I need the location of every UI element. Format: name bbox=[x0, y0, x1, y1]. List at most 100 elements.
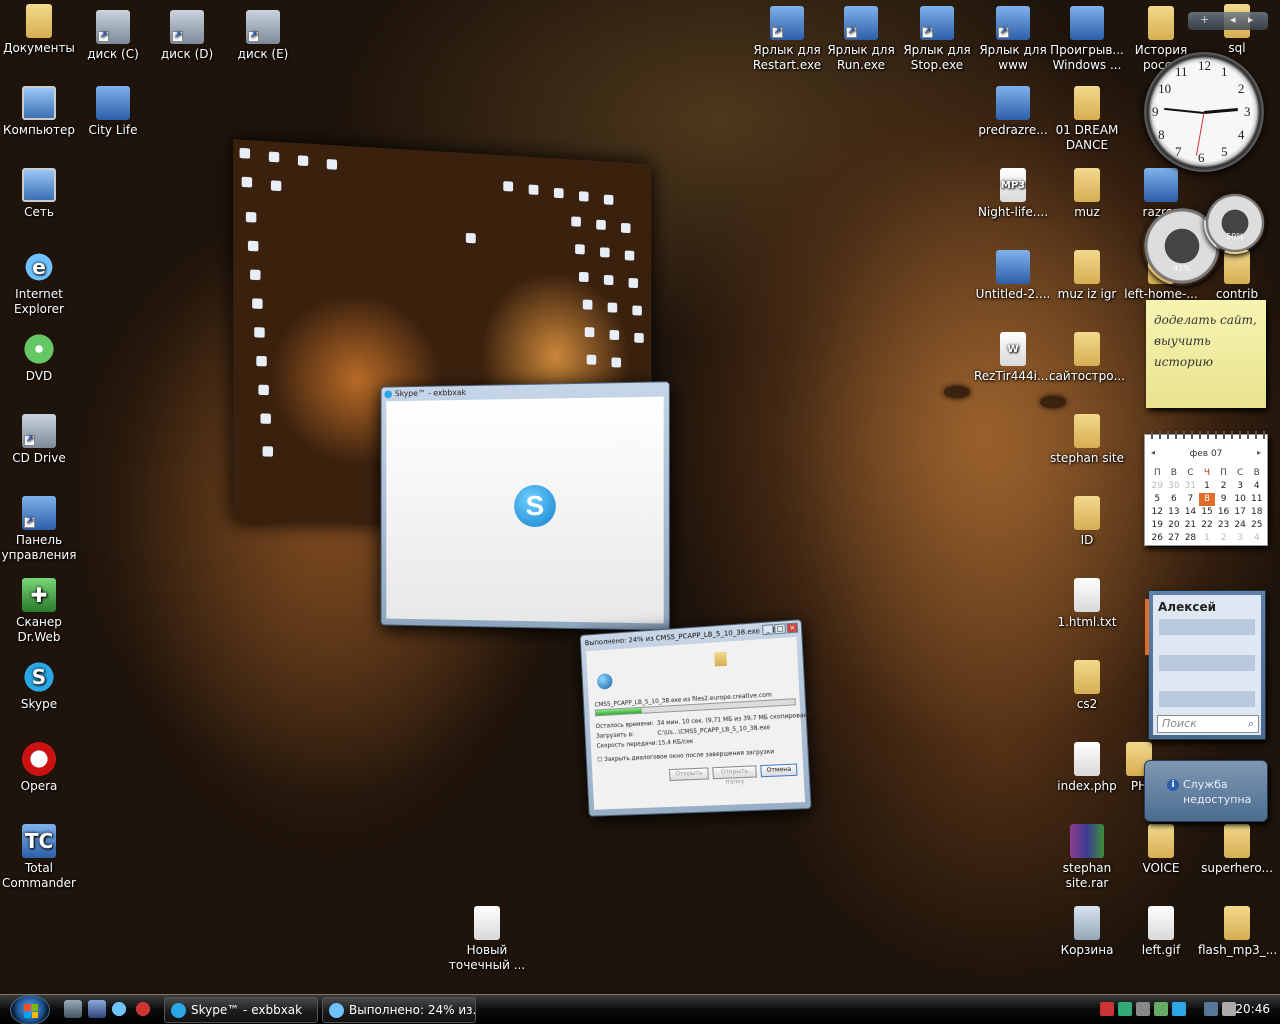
contact-name[interactable]: Алексей bbox=[1158, 600, 1216, 614]
maximize-button[interactable]: □ bbox=[774, 623, 786, 634]
calendar-day[interactable]: 20 bbox=[1166, 519, 1183, 532]
notes-gadget[interactable]: доделать сайт, выучить историю bbox=[1146, 300, 1266, 408]
desktop-icon[interactable]: 1.html.txt bbox=[1048, 578, 1126, 630]
desktop-icon[interactable]: Сеть bbox=[0, 168, 78, 220]
desktop-icon[interactable]: superhero... bbox=[1198, 824, 1276, 876]
desktop-icon[interactable]: ↗ CD Drive bbox=[0, 414, 78, 466]
desktop-icon[interactable]: predrazre... bbox=[974, 86, 1052, 138]
calendar-day[interactable]: 24 bbox=[1232, 519, 1249, 532]
taskbar-clock[interactable]: 20:46 bbox=[1235, 1002, 1270, 1016]
calendar-day[interactable]: 3 bbox=[1232, 532, 1249, 545]
skype-window[interactable]: Skype™ - exbbxak S bbox=[381, 381, 670, 631]
minimize-button[interactable]: _ bbox=[762, 624, 774, 635]
desktop-icon[interactable]: Opera bbox=[0, 742, 78, 794]
calendar-next-icon[interactable]: ▸ bbox=[1257, 448, 1261, 457]
tray-skype-icon[interactable] bbox=[1172, 1002, 1186, 1016]
calendar-day[interactable]: 19 bbox=[1149, 519, 1166, 532]
calendar-day[interactable]: 4 bbox=[1248, 532, 1265, 545]
switch-windows-icon[interactable] bbox=[88, 1000, 106, 1018]
calendar-day[interactable]: 15 bbox=[1199, 506, 1216, 519]
calendar-day[interactable]: 13 bbox=[1166, 506, 1183, 519]
calendar-day[interactable]: 29 bbox=[1149, 480, 1166, 493]
desktop-icon[interactable]: Новый точечный ... bbox=[448, 906, 526, 973]
calendar-day[interactable]: 12 bbox=[1149, 506, 1166, 519]
calendar-day[interactable]: 30 bbox=[1166, 480, 1183, 493]
desktop-icon[interactable]: 01 DREAM DANCE bbox=[1048, 86, 1126, 153]
desktop-icon[interactable]: Проигрыв... Windows ... bbox=[1048, 6, 1126, 73]
desktop-icon[interactable]: stephan site.rar bbox=[1048, 824, 1126, 891]
cancel-button[interactable]: Отмена bbox=[760, 764, 797, 778]
calendar-day[interactable]: 25 bbox=[1248, 519, 1265, 532]
desktop-icon[interactable]: Документы bbox=[0, 4, 78, 56]
desktop-icon[interactable]: ↗ Ярлык для www bbox=[974, 6, 1052, 73]
tray-drweb-icon[interactable] bbox=[1154, 1002, 1168, 1016]
desktop-icon[interactable]: ID bbox=[1048, 496, 1126, 548]
desktop-icon[interactable]: ↗ диск (E) bbox=[224, 10, 302, 62]
desktop-icon[interactable]: Компьютер bbox=[0, 86, 78, 138]
desktop-icon[interactable]: Untitled-2.... bbox=[974, 250, 1052, 302]
desktop-icon[interactable]: ↗ Панель управления bbox=[0, 496, 78, 563]
calendar-day[interactable]: 22 bbox=[1199, 519, 1216, 532]
calendar-day[interactable]: 26 bbox=[1149, 532, 1166, 545]
tray-antivirus-icon[interactable] bbox=[1100, 1002, 1114, 1016]
next-icon[interactable]: ▸ bbox=[1248, 13, 1254, 26]
desktop-icon[interactable]: cs2 bbox=[1048, 660, 1126, 712]
desktop-icon[interactable]: Корзина bbox=[1048, 906, 1126, 958]
calendar-day[interactable]: 27 bbox=[1166, 532, 1183, 545]
desktop-icon[interactable]: muz bbox=[1048, 168, 1126, 220]
calendar-day[interactable]: 14 bbox=[1182, 506, 1199, 519]
desktop-icon[interactable]: flash_mp3_... bbox=[1198, 906, 1276, 958]
calendar-day[interactable]: 23 bbox=[1215, 519, 1232, 532]
desktop-icon[interactable]: ↗ Ярлык для Restart.exe bbox=[748, 6, 826, 73]
calendar-day[interactable]: 4 bbox=[1248, 480, 1265, 493]
taskbar-download-button[interactable]: Выполнено: 24% из... bbox=[322, 997, 476, 1023]
calendar-day[interactable]: 28 bbox=[1182, 532, 1199, 545]
desktop-icon[interactable]: ↗ диск (C) bbox=[74, 10, 152, 62]
desktop-icon[interactable]: ↗ Ярлык для Stop.exe bbox=[898, 6, 976, 73]
desktop-icon[interactable]: ↗ диск (D) bbox=[148, 10, 226, 62]
close-button[interactable]: × bbox=[786, 622, 798, 633]
calendar-day[interactable]: 1 bbox=[1199, 480, 1216, 493]
calendar-day[interactable]: 3 bbox=[1232, 480, 1249, 493]
weather-gadget[interactable]: i Служба недоступна bbox=[1144, 760, 1268, 822]
memory-meter-gadget[interactable]: 59% bbox=[1204, 192, 1266, 254]
calendar-day[interactable]: 5 bbox=[1149, 493, 1166, 506]
calendar-day[interactable]: 7 bbox=[1182, 493, 1199, 506]
desktop-icon[interactable]: ↗ Ярлык для Run.exe bbox=[822, 6, 900, 73]
tray-display-icon[interactable] bbox=[1204, 1002, 1218, 1016]
desktop-icon[interactable]: MP3 Night-life.... bbox=[974, 168, 1052, 220]
open-folder-button[interactable]: Открыть папку bbox=[712, 765, 757, 779]
contacts-gadget[interactable]: Алексей Поиск ⌕ bbox=[1148, 590, 1266, 740]
tray-speaker-icon[interactable] bbox=[1222, 1002, 1236, 1016]
calendar-day[interactable]: 21 bbox=[1182, 519, 1199, 532]
calendar-day[interactable]: 16 bbox=[1215, 506, 1232, 519]
tray-network-icon[interactable] bbox=[1118, 1002, 1132, 1016]
calendar-day[interactable]: 2 bbox=[1215, 480, 1232, 493]
clock-gadget[interactable]: 12 1 2 3 4 5 6 7 8 9 10 11 bbox=[1144, 52, 1264, 172]
desktop-icon[interactable]: City Life bbox=[74, 86, 152, 138]
desktop-icon[interactable]: left.gif bbox=[1122, 906, 1200, 958]
opera-quicklaunch-icon[interactable] bbox=[134, 1000, 152, 1018]
calendar-day[interactable]: 2 bbox=[1215, 532, 1232, 545]
calendar-day[interactable]: 11 bbox=[1248, 493, 1265, 506]
calendar-gadget[interactable]: ◂ фев 07 ▸ П В С Ч П С В 29 30 31 1 2 3 4 5 6 7 8 9 10 11 12 1… bbox=[1144, 434, 1268, 546]
internet-explorer-quicklaunch-icon[interactable] bbox=[110, 1000, 128, 1018]
desktop-icon[interactable]: сайтостро... bbox=[1048, 332, 1126, 384]
calendar-day[interactable]: 17 bbox=[1232, 506, 1249, 519]
search-icon[interactable]: ⌕ bbox=[1248, 717, 1254, 731]
desktop-icon[interactable]: TC Total Commander bbox=[0, 824, 78, 891]
tray-volume-icon[interactable] bbox=[1136, 1002, 1150, 1016]
contacts-search-input[interactable]: Поиск ⌕ bbox=[1157, 715, 1259, 733]
desktop-icon[interactable]: S Skype bbox=[0, 660, 78, 712]
desktop-icon[interactable]: ✚ Сканер Dr.Web bbox=[0, 578, 78, 645]
desktop-icon[interactable]: VOICE bbox=[1122, 824, 1200, 876]
desktop-icon[interactable]: e Internet Explorer bbox=[0, 250, 78, 317]
show-desktop-icon[interactable] bbox=[64, 1000, 82, 1018]
calendar-day[interactable]: 10 bbox=[1232, 493, 1249, 506]
add-gadget-icon[interactable]: + bbox=[1200, 13, 1209, 26]
download-window[interactable]: Выполнено: 24% из CMS5_PCAPP_LB_5_10_38.… bbox=[580, 619, 812, 817]
start-button[interactable] bbox=[10, 995, 50, 1024]
desktop-icon[interactable]: muz iz igr bbox=[1048, 250, 1126, 302]
desktop-icon[interactable]: W RezTir444i.... bbox=[974, 332, 1052, 384]
calendar-day[interactable]: 1 bbox=[1199, 532, 1216, 545]
